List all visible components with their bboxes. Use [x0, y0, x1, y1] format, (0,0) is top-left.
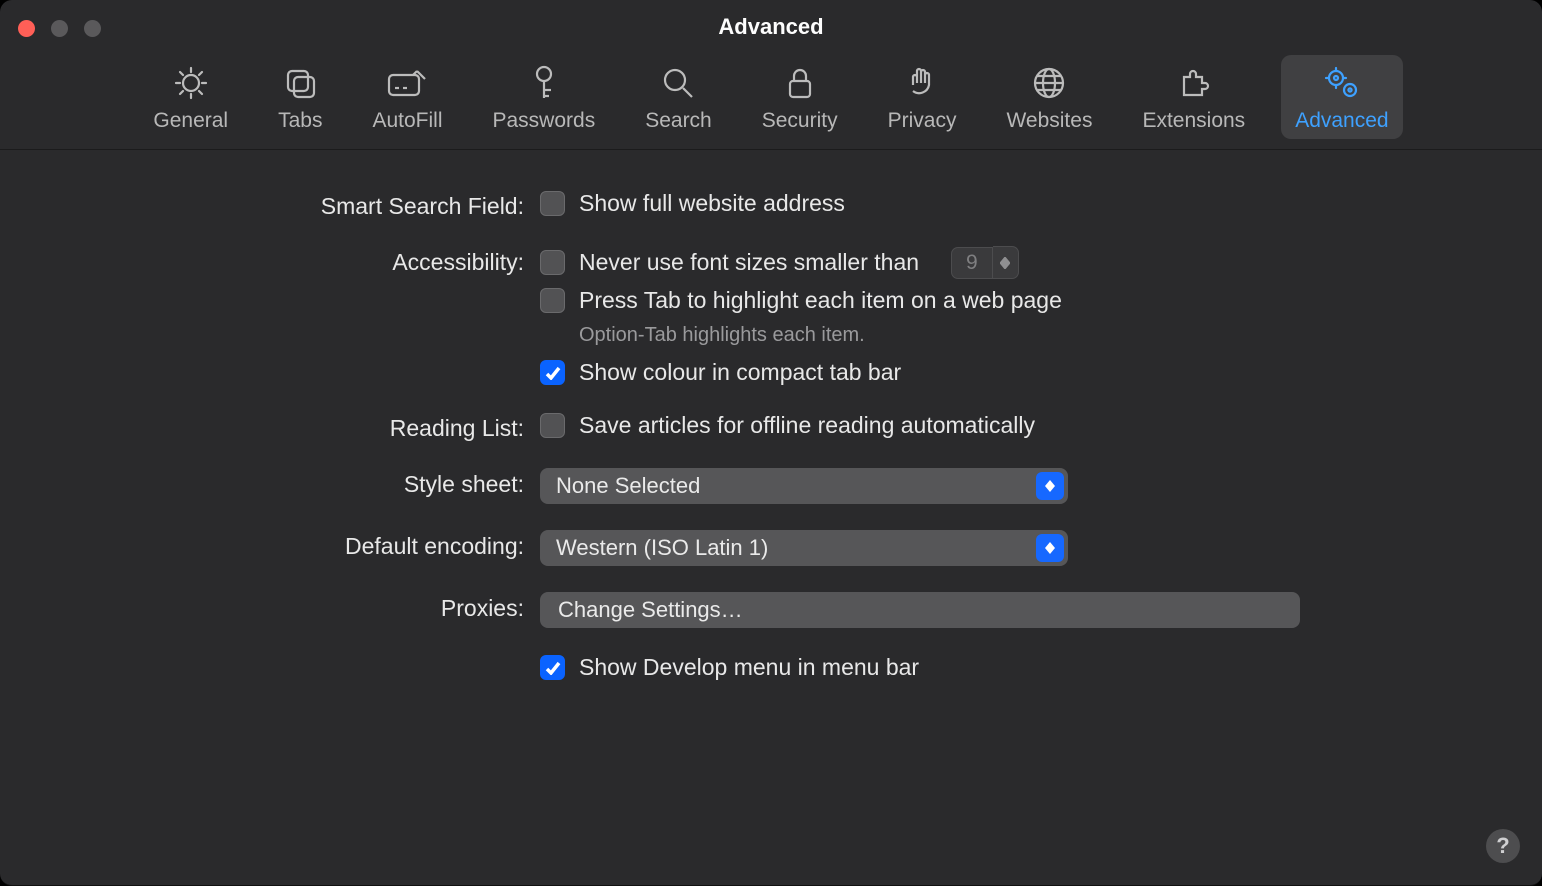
default-encoding-value: Western (ISO Latin 1)	[556, 535, 768, 561]
tab-privacy[interactable]: Privacy	[874, 55, 971, 139]
tab-highlight-label: Press Tab to highlight each item on a we…	[579, 287, 1062, 314]
style-sheet-select[interactable]: None Selected	[540, 468, 1068, 504]
develop-menu-checkbox[interactable]	[540, 655, 565, 680]
tab-label: Websites	[1006, 109, 1092, 133]
autofill-icon	[385, 63, 429, 103]
tab-label: Privacy	[888, 109, 957, 133]
preferences-toolbar: General Tabs AutoFill Passwords Search	[0, 46, 1542, 150]
min-font-label: Never use font sizes smaller than	[579, 249, 919, 276]
accessibility-label: Accessibility:	[0, 246, 540, 276]
tab-tabs[interactable]: Tabs	[264, 55, 336, 139]
default-encoding-select[interactable]: Western (ISO Latin 1)	[540, 530, 1068, 566]
tab-advanced[interactable]: Advanced	[1281, 55, 1402, 139]
min-font-value: 9	[951, 247, 993, 279]
tabs-icon	[278, 63, 322, 103]
hand-icon	[900, 63, 944, 103]
gears-icon	[1320, 63, 1364, 103]
tab-label: Search	[645, 109, 712, 133]
lock-icon	[778, 63, 822, 103]
style-sheet-value: None Selected	[556, 473, 700, 499]
tab-extensions[interactable]: Extensions	[1128, 55, 1259, 139]
tab-websites[interactable]: Websites	[992, 55, 1106, 139]
key-icon	[522, 63, 566, 103]
change-settings-button[interactable]: Change Settings…	[540, 592, 1300, 628]
tab-highlight-hint: Option-Tab highlights each item.	[579, 324, 1300, 347]
default-encoding-label: Default encoding:	[0, 530, 540, 560]
help-button[interactable]: ?	[1486, 829, 1520, 863]
content-area: Smart Search Field: Show full website ad…	[0, 150, 1542, 681]
tab-security[interactable]: Security	[748, 55, 852, 139]
develop-menu-label: Show Develop menu in menu bar	[579, 654, 919, 681]
style-sheet-label: Style sheet:	[0, 468, 540, 498]
min-font-checkbox[interactable]	[540, 250, 565, 275]
offline-reading-label: Save articles for offline reading automa…	[579, 412, 1035, 439]
stepper-arrows-icon[interactable]	[993, 246, 1019, 279]
reading-list-label: Reading List:	[0, 412, 540, 442]
globe-icon	[1027, 63, 1071, 103]
preferences-window: Advanced General Tabs AutoFill Passwords	[0, 0, 1542, 886]
search-icon	[656, 63, 700, 103]
tab-label: General	[153, 109, 228, 133]
smart-search-label: Smart Search Field:	[0, 190, 540, 220]
tab-autofill[interactable]: AutoFill	[358, 55, 456, 139]
compact-colour-label: Show colour in compact tab bar	[579, 359, 901, 386]
tab-general[interactable]: General	[139, 55, 242, 139]
tab-highlight-checkbox[interactable]	[540, 288, 565, 313]
tab-label: Tabs	[278, 109, 322, 133]
puzzle-icon	[1172, 63, 1216, 103]
offline-reading-checkbox[interactable]	[540, 413, 565, 438]
proxies-label: Proxies:	[0, 592, 540, 622]
tab-label: AutoFill	[372, 109, 442, 133]
tab-label: Passwords	[493, 109, 596, 133]
tab-label: Advanced	[1295, 109, 1388, 133]
show-full-address-label: Show full website address	[579, 190, 845, 217]
window-title: Advanced	[0, 14, 1542, 40]
show-full-address-checkbox[interactable]	[540, 191, 565, 216]
tab-label: Security	[762, 109, 838, 133]
compact-colour-checkbox[interactable]	[540, 360, 565, 385]
popup-arrows-icon	[1036, 472, 1064, 500]
gear-icon	[169, 63, 213, 103]
tab-passwords[interactable]: Passwords	[479, 55, 610, 139]
popup-arrows-icon	[1036, 534, 1064, 562]
tab-search[interactable]: Search	[631, 55, 726, 139]
titlebar: Advanced	[0, 0, 1542, 46]
tab-label: Extensions	[1142, 109, 1245, 133]
min-font-stepper[interactable]: 9	[951, 246, 1019, 279]
